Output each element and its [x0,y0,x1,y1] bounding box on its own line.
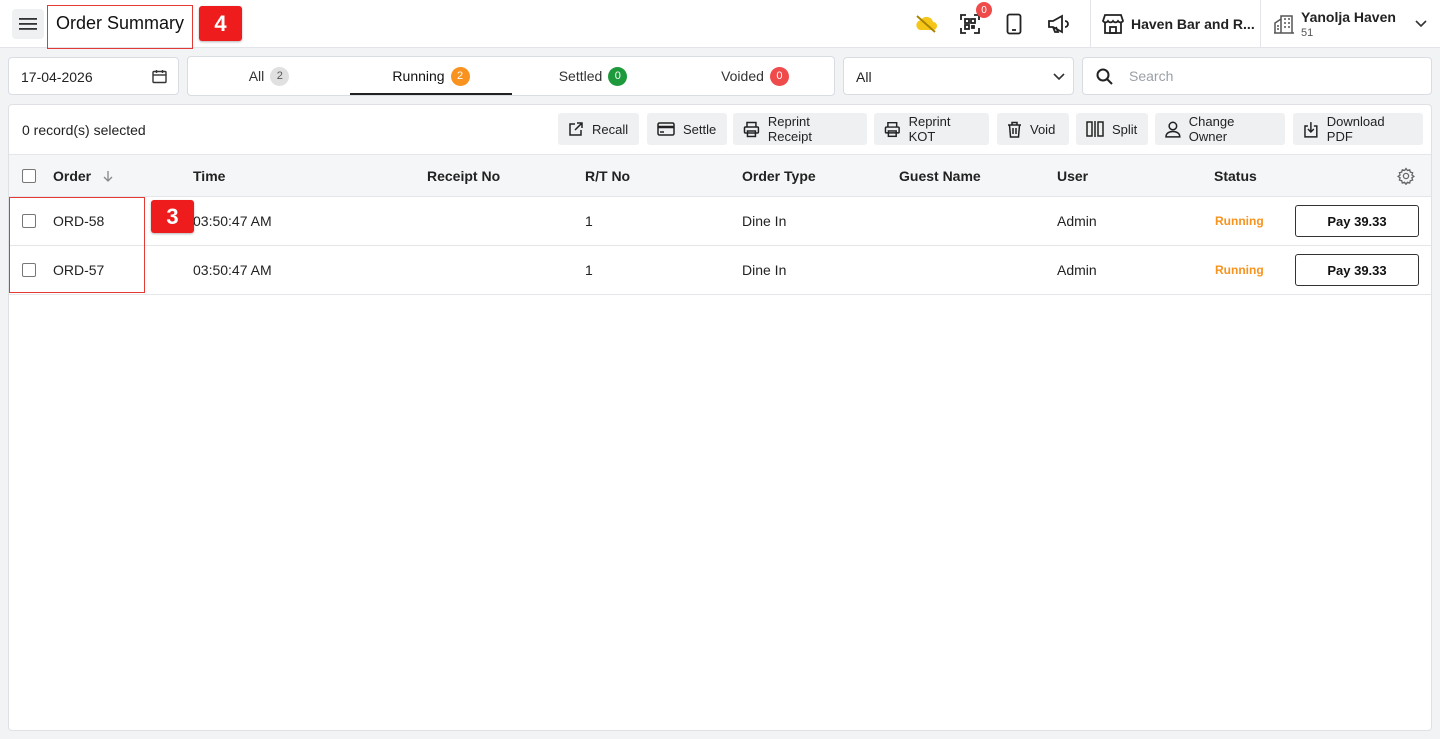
tab-label: Settled [558,68,603,84]
tab-all[interactable]: All 2 [188,57,350,95]
button-label: Void [1030,121,1056,137]
status-label: Running [1215,263,1264,277]
button-label: Change Owner [1188,114,1235,144]
calendar-icon [152,70,167,84]
column-time[interactable]: Time [193,168,225,184]
column-rt-no[interactable]: R/T No [585,168,630,184]
search-icon [1096,68,1113,85]
column-status[interactable]: Status [1214,168,1257,184]
page-title: Order Summary [56,13,185,33]
reprint-receipt-button[interactable]: Reprint Receipt [733,113,867,145]
search-input[interactable] [1129,66,1419,86]
annotation-marker: 3 [151,200,194,233]
notification-badge: 0 [976,2,992,18]
date-value: 17-04-2026 [21,69,93,85]
reprint-kot-button[interactable]: Reprint KOT [874,113,989,145]
table-header: Order Time Receipt No R/T No Order Type … [9,154,1431,197]
settle-button[interactable]: Settle [647,113,727,145]
rt-no: 1 [585,262,593,278]
building-icon [1272,12,1296,36]
table-row[interactable]: ORD-57 03:50:47 AM 1 Dine In Admin Runni… [9,246,1431,295]
orders-panel: 0 record(s) selected Recall Settle Repri… [8,104,1432,731]
rt-no: 1 [585,213,593,229]
order-type: Dine In [742,262,787,278]
store-selector[interactable]: Haven Bar and R... [1131,16,1255,32]
recall-button[interactable]: Recall [558,113,639,145]
tablet-icon[interactable] [1002,12,1026,36]
button-label: Download PDF [1326,114,1385,144]
column-receipt-no[interactable]: Receipt No [427,168,500,184]
user: Admin [1057,213,1097,229]
status-tabs: All 2 Running 2 Settled 0 Voided 0 [187,56,835,96]
download-icon [1304,121,1318,138]
select-all-checkbox[interactable] [22,169,36,183]
tab-label: Running [392,68,445,84]
tab-voided[interactable]: Voided 0 [674,57,836,95]
top-bar: Order Summary 4 0 Haven Bar and R... Yan… [0,0,1440,49]
arrow-down-icon [103,171,113,182]
count-badge: 0 [769,66,789,86]
pay-button[interactable]: Pay 39.33 [1295,254,1419,286]
user: Admin [1057,262,1097,278]
gear-icon[interactable] [1397,167,1415,185]
divider [1090,0,1091,48]
column-user[interactable]: User [1057,168,1088,184]
button-label: Split [1112,121,1138,137]
search-field [1082,57,1432,95]
store-icon [1101,12,1125,36]
count-badge: 2 [450,66,470,86]
property-id: 51 [1301,27,1314,39]
select-value: All [856,69,872,85]
annotation-box-orders [9,197,145,293]
split-icon [1086,121,1104,137]
active-tab-indicator [350,93,512,95]
column-label: Order [53,168,92,184]
order-type-select[interactable]: All [843,57,1074,95]
card-icon [657,122,675,136]
date-picker[interactable]: 17-04-2026 [8,57,179,95]
column-order[interactable]: Order [53,168,113,184]
order-time: 03:50:47 AM [193,213,272,229]
records-selected-label: 0 record(s) selected [22,122,146,138]
tab-label: Voided [721,68,764,84]
table-row[interactable]: ORD-58 03:50:47 AM 1 Dine In Admin Runni… [9,197,1431,246]
order-time: 03:50:47 AM [193,262,272,278]
tab-label: All [248,68,265,84]
button-label: Settle [683,121,717,137]
count-badge: 0 [608,66,628,86]
tab-running[interactable]: Running 2 [350,57,512,95]
button-label: Reprint Receipt [767,114,812,144]
divider [1260,0,1261,48]
download-pdf-button[interactable]: Download PDF [1293,113,1423,145]
menu-icon [19,18,37,30]
cloud-off-icon[interactable] [914,12,938,36]
status-label: Running [1215,214,1264,228]
annotation-marker: 4 [199,6,242,41]
trash-icon [1008,121,1021,138]
chevron-down-icon[interactable] [1409,12,1433,36]
tab-settled[interactable]: Settled 0 [512,57,674,95]
printer-icon [743,121,760,137]
printer-icon [884,121,900,137]
pay-button[interactable]: Pay 39.33 [1295,205,1419,237]
chevron-down-icon [1053,73,1065,81]
order-type: Dine In [742,213,787,229]
property-name[interactable]: Yanolja Haven [1301,9,1396,25]
count-badge: 2 [270,66,290,86]
megaphone-icon[interactable] [1046,12,1070,36]
column-guest-name[interactable]: Guest Name [899,168,981,184]
column-order-type[interactable]: Order Type [742,168,816,184]
menu-button[interactable] [12,9,44,39]
split-button[interactable]: Split [1076,113,1148,145]
button-label: Recall [592,121,629,137]
external-link-icon [569,122,583,136]
change-owner-button[interactable]: Change Owner [1155,113,1285,145]
user-icon [1165,121,1181,138]
button-label: Reprint KOT [908,114,951,144]
void-button[interactable]: Void [997,113,1069,145]
